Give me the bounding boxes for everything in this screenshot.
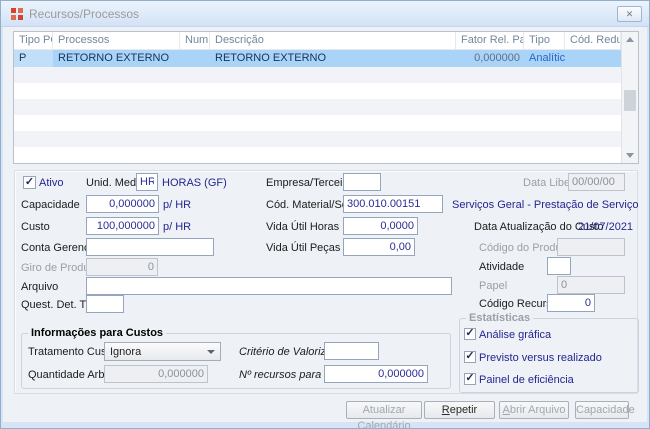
column-header-processos[interactable]: Processos [53,32,180,49]
cod-material-servico-field[interactable] [343,195,443,213]
atividade-field[interactable] [547,257,571,275]
analise-grafica-label: Análise gráfica [479,329,551,342]
window-title: Recursos/Processos [29,7,139,21]
previsto-versus-realizado-checkbox[interactable]: ✓ [464,351,476,363]
unid-medida-field[interactable] [136,173,158,191]
n-recursos-custos-field[interactable] [324,365,428,383]
ativo-label: Ativo [39,177,63,190]
column-header-cod-reduzido[interactable]: Cód. Reduzido [565,32,621,49]
empresa-terceiro-label: Empresa/Terceiro [266,177,352,190]
scroll-up-icon[interactable] [622,32,638,47]
app-logo-icon [11,8,23,20]
capacidade-field[interactable] [86,195,159,213]
giro-producao-field [86,258,158,276]
cell-tipo-pcp: P [14,50,53,67]
chevron-down-icon [207,350,215,354]
recursos-processos-window: Recursos/Processos ✕ Tipo PCP Processos … [0,0,650,429]
table-rows-area: Tipo PCP Processos Num. Descrição Fator … [14,32,621,163]
scrollbar-thumb[interactable] [624,90,636,111]
cell-cod-reduzido [565,50,621,67]
title-bar: Recursos/Processos ✕ [1,1,649,27]
table-empty-row [14,131,621,147]
vertical-scrollbar[interactable] [621,32,638,163]
data-liberacao-field [568,173,625,191]
capacidade-label: Capacidade [21,199,80,212]
cell-tipo: Analítico [524,50,565,67]
column-header-fator-rel-padrao[interactable]: Fator Rel. Padrão [456,32,524,49]
papel-field [557,276,625,294]
cell-processos: RETORNO EXTERNO [53,50,180,67]
quantidade-arbitrada-field [104,365,208,383]
table-empty-row [14,147,621,163]
arquivo-field[interactable] [86,277,452,295]
repetir-button[interactable]: Repetir [424,401,495,419]
capacidade-unit-label: p/ HR [163,199,191,212]
custo-field[interactable] [86,217,159,235]
codigo-recurso-field[interactable] [547,294,595,312]
arquivo-label: Arquivo [21,281,58,294]
conta-gerencial-field[interactable] [86,238,214,256]
ativo-checkbox[interactable]: ✓ [23,176,36,189]
capacidade-button: Capacidade [575,401,629,419]
column-header-descricao[interactable]: Descrição [210,32,456,49]
vida-util-pecas-label: Vida Útil Peças [266,242,340,255]
painel-de-eficiencia-label: Painel de eficiência [479,374,574,387]
cod-material-servico-desc: Serviços Geral - Prestação de Serviço [452,199,638,212]
unid-medida-desc: HORAS (GF) [162,177,227,190]
vida-util-horas-label: Vida Útil Horas [266,221,339,234]
table-empty-row [14,67,621,83]
analise-grafica-checkbox[interactable]: ✓ [464,328,476,340]
table-empty-row [14,83,621,99]
check-icon: ✓ [465,328,474,339]
cell-num [180,50,210,67]
scroll-down-icon[interactable] [622,148,638,163]
empresa-terceiro-field[interactable] [343,173,381,191]
vida-util-horas-field[interactable] [343,217,418,235]
estatisticas-title: Estatísticas [466,312,533,324]
table-row-selected[interactable]: P RETORNO EXTERNO RETORNO EXTERNO 0,0000… [14,50,621,67]
table-header-row: Tipo PCP Processos Num. Descrição Fator … [14,32,621,50]
processes-table: Tipo PCP Processos Num. Descrição Fator … [13,31,639,164]
abrir-arquivo-button: Abrir Arquivo [499,401,569,419]
table-empty-row [14,99,621,115]
check-icon: ✓ [465,373,474,384]
painel-de-eficiencia-checkbox[interactable]: ✓ [464,373,476,385]
codigo-produto-field [557,238,625,256]
custo-unit-label: p/ HR [163,221,191,234]
custo-label: Custo [21,221,50,234]
criterio-valorizacao-field[interactable] [324,342,379,360]
check-icon: ✓ [465,351,474,362]
column-header-tipo-pcp[interactable]: Tipo PCP [14,32,53,49]
informacoes-para-custos-title: Informações para Custos [28,327,166,339]
check-icon: ✓ [25,177,34,188]
atividade-label: Atividade [479,261,524,274]
column-header-num[interactable]: Num. [180,32,210,49]
close-icon[interactable]: ✕ [617,6,642,22]
data-atualizacao-custo-value: 21/07/2021 [578,221,633,234]
papel-label: Papel [479,280,507,293]
previsto-versus-realizado-label: Previsto versus realizado [479,352,602,365]
vida-util-pecas-field[interactable] [343,238,415,256]
table-empty-row [14,115,621,131]
quest-det-tec-field[interactable] [86,295,124,313]
column-header-tipo[interactable]: Tipo [524,32,565,49]
tratamento-custos-select[interactable]: Ignora [104,342,221,361]
tratamento-custos-value: Ignora [110,346,141,358]
cell-descricao: RETORNO EXTERNO [210,50,456,67]
atualizar-calendario-button: Atualizar Calendário [346,401,422,419]
cell-fator-rel-padrao: 0,000000 [456,50,524,67]
